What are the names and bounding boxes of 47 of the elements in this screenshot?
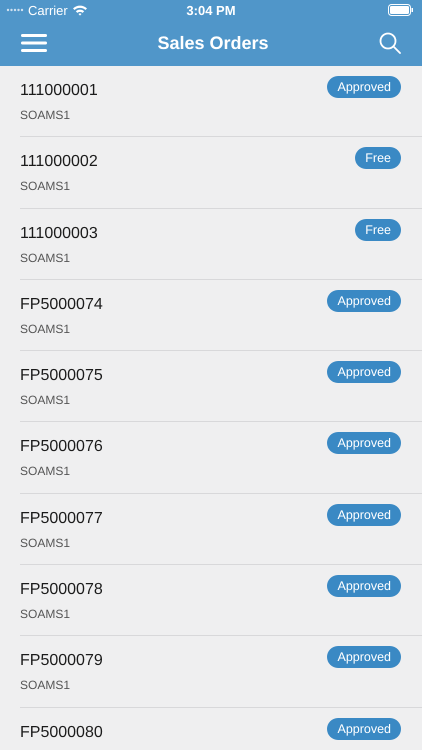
order-number: FP5000076 [20,438,103,456]
order-number: 111000002 [20,153,98,172]
status-badge: Approved [327,432,401,454]
order-number: FP5000080 [20,724,103,742]
order-row[interactable]: FP5000079 SOAMS1 Approved [20,636,422,708]
status-badge: Approved [327,290,401,312]
search-icon[interactable] [378,32,401,54]
status-badge: Approved [327,504,401,526]
status-badge: Approved [327,361,401,384]
order-number: FP5000078 [20,581,103,600]
order-owner: SOAMS1 [20,322,72,336]
order-owner: SOAMS1 [20,250,72,265]
order-owner: SOAMS1 [20,393,72,408]
wifi-icon [72,4,88,16]
order-row[interactable]: FP5000076 SOAMS1 Approved [20,422,422,494]
order-number: 111000001 [20,82,98,100]
screen-title: Sales Orders [157,32,269,54]
order-owner: SOAMS1 [20,536,72,550]
battery-icon [388,4,414,16]
status-badge: Free [355,147,401,170]
order-row[interactable]: FP5000078 SOAMS1 Approved [20,565,422,636]
order-row[interactable]: FP5000080 Approved [20,708,422,750]
order-row[interactable]: FP5000077 SOAMS1 Approved [20,494,422,566]
order-row[interactable]: 111000002 SOAMS1 Free [20,137,422,209]
status-badge: Approved [327,718,401,740]
menu-icon[interactable] [21,33,47,53]
order-owner: SOAMS1 [20,678,72,692]
order-row[interactable]: 111000001 SOAMS1 Approved [20,66,422,138]
order-row[interactable]: 111000003 SOAMS1 Free [20,208,422,280]
order-owner: SOAMS1 [20,108,72,122]
order-number: FP5000074 [20,296,103,314]
order-number: FP5000079 [20,652,103,670]
status-badge: Approved [327,646,401,668]
status-badge: Approved [327,76,401,98]
order-number: 111000003 [20,224,98,243]
order-owner: SOAMS1 [20,179,72,194]
status-badge: Free [355,218,401,241]
carrier-name: Carrier [28,2,68,18]
status-badge: Approved [327,575,401,598]
clock-time: 3:04 PM [186,2,236,18]
order-number: FP5000077 [20,510,103,528]
order-owner: SOAMS1 [20,607,72,622]
order-row[interactable]: FP5000075 SOAMS1 Approved [20,351,422,422]
signal-icon [6,8,24,12]
order-owner: SOAMS1 [20,464,72,478]
order-number: FP5000075 [20,367,103,386]
order-row[interactable]: FP5000074 SOAMS1 Approved [20,280,422,352]
